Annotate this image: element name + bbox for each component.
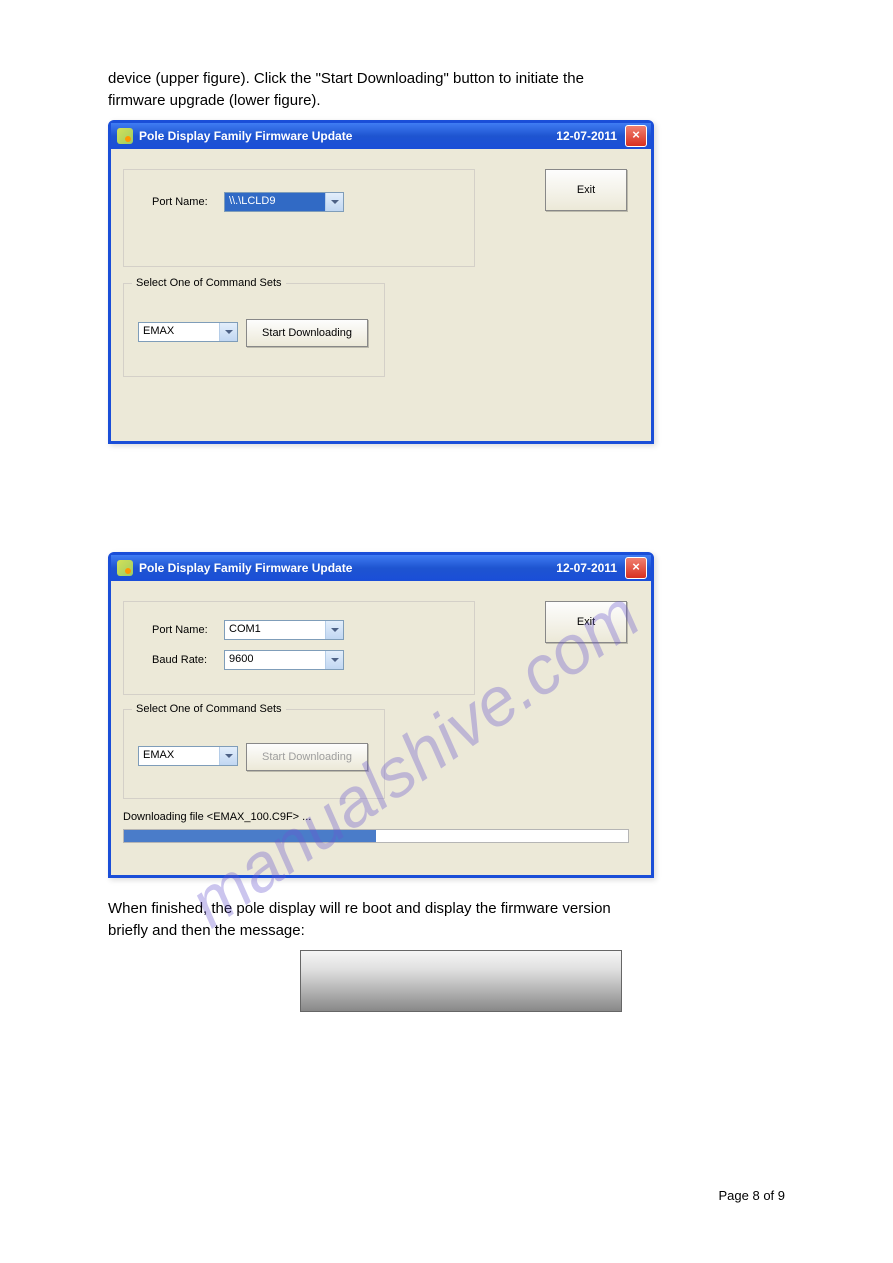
download-progress-fill: [124, 830, 376, 842]
baud-rate-combo[interactable]: 9600: [224, 650, 344, 670]
start-downloading-label: Start Downloading: [262, 751, 352, 763]
command-set-group-label: Select One of Command Sets: [132, 703, 286, 715]
start-downloading-button[interactable]: Start Downloading: [246, 319, 368, 347]
chevron-down-icon[interactable]: [219, 747, 237, 765]
command-set-group: Select One of Command Sets EMAX Start Do…: [123, 283, 385, 377]
chevron-down-icon[interactable]: [219, 323, 237, 341]
baud-rate-value: 9600: [225, 651, 325, 669]
download-progress-bar: [123, 829, 629, 843]
firmware-dialog-2: Pole Display Family Firmware Update 12-0…: [108, 552, 654, 878]
doc-mid-line2: briefly and then the message:: [108, 922, 305, 939]
window-date: 12-07-2011: [556, 129, 617, 143]
firmware-dialog-1: Pole Display Family Firmware Update 12-0…: [108, 120, 654, 444]
start-downloading-label: Start Downloading: [262, 327, 352, 339]
titlebar: Pole Display Family Firmware Update 12-0…: [111, 555, 651, 581]
chevron-down-icon[interactable]: [325, 621, 343, 639]
window-date: 12-07-2011: [556, 561, 617, 575]
exit-button[interactable]: Exit: [545, 169, 627, 211]
doc-intro-line1: device (upper figure). Click the "Start …: [108, 70, 584, 87]
command-set-combo[interactable]: EMAX: [138, 746, 238, 766]
titlebar: Pole Display Family Firmware Update 12-0…: [111, 123, 651, 149]
port-name-combo[interactable]: \\.\LCLD9: [224, 192, 344, 212]
exit-button-label: Exit: [577, 616, 595, 628]
app-icon: [117, 560, 133, 576]
command-set-group-label: Select One of Command Sets: [132, 277, 286, 289]
port-name-label: Port Name:: [152, 624, 208, 636]
command-set-value: EMAX: [139, 323, 219, 341]
app-icon: [117, 128, 133, 144]
close-icon[interactable]: ×: [625, 125, 647, 147]
port-name-value: \\.\LCLD9: [225, 193, 325, 211]
chevron-down-icon[interactable]: [325, 193, 343, 211]
page-number: Page 8 of 9: [719, 1188, 786, 1203]
download-status-text: Downloading file <EMAX_100.C9F> ...: [123, 811, 311, 823]
baud-rate-label: Baud Rate:: [152, 654, 207, 666]
doc-intro-line2: firmware upgrade (lower figure).: [108, 92, 321, 109]
port-name-label: Port Name:: [152, 196, 208, 208]
pole-display-image: [300, 950, 622, 1012]
command-set-value: EMAX: [139, 747, 219, 765]
window-title: Pole Display Family Firmware Update: [139, 129, 556, 143]
close-icon[interactable]: ×: [625, 557, 647, 579]
exit-button[interactable]: Exit: [545, 601, 627, 643]
port-name-value: COM1: [225, 621, 325, 639]
command-set-combo[interactable]: EMAX: [138, 322, 238, 342]
command-set-group: Select One of Command Sets EMAX Start Do…: [123, 709, 385, 799]
exit-button-label: Exit: [577, 184, 595, 196]
doc-mid-line1: When finished, the pole display will re …: [108, 900, 611, 917]
chevron-down-icon[interactable]: [325, 651, 343, 669]
start-downloading-button: Start Downloading: [246, 743, 368, 771]
port-name-combo[interactable]: COM1: [224, 620, 344, 640]
window-title: Pole Display Family Firmware Update: [139, 561, 556, 575]
port-group: Port Name: COM1 Baud Rate: 9600: [123, 601, 475, 695]
port-group: Port Name: \\.\LCLD9: [123, 169, 475, 267]
